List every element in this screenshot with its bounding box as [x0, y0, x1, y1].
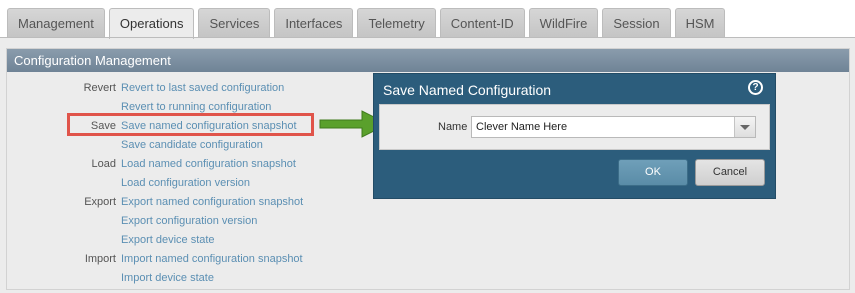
config-row-load-named: Load Load named configuration snapshot: [7, 155, 427, 174]
tab-bar: Management Operations Services Interface…: [0, 0, 855, 39]
config-row-export-version: Export configuration version: [7, 212, 427, 231]
ok-button[interactable]: OK: [618, 159, 688, 186]
config-row-import-state: Import device state: [7, 269, 427, 288]
config-row-revert-last: Revert Revert to last saved configuratio…: [7, 79, 427, 98]
cancel-button[interactable]: Cancel: [695, 159, 765, 186]
revert-last-saved-link[interactable]: Revert to last saved configuration: [121, 79, 284, 98]
combo-dropdown-button[interactable]: [734, 117, 755, 137]
export-config-version-link[interactable]: Export configuration version: [121, 212, 257, 231]
panel-title: Configuration Management: [7, 49, 849, 72]
help-icon[interactable]: ?: [748, 80, 763, 95]
export-device-state-link[interactable]: Export device state: [121, 231, 215, 250]
dialog-title: Save Named Configuration: [383, 82, 552, 98]
export-named-snapshot-link[interactable]: Export named configuration snapshot: [121, 193, 303, 212]
tab-management[interactable]: Management: [7, 8, 105, 38]
chevron-down-icon: [740, 125, 750, 130]
tab-services[interactable]: Services: [198, 8, 271, 38]
row-label-revert: Revert: [83, 82, 116, 94]
name-combobox[interactable]: [471, 116, 756, 138]
tab-list: Management Operations Services Interface…: [7, 8, 726, 39]
tab-telemetry[interactable]: Telemetry: [357, 8, 436, 38]
highlight-box: [67, 113, 314, 136]
tab-session[interactable]: Session: [602, 8, 671, 38]
row-label-export: Export: [84, 196, 116, 208]
config-row-load-version: Load configuration version: [7, 174, 427, 193]
config-row-import-named: Import Import named configuration snapsh…: [7, 250, 427, 269]
import-named-snapshot-link[interactable]: Import named configuration snapshot: [121, 250, 303, 269]
save-candidate-link[interactable]: Save candidate configuration: [121, 136, 263, 155]
tab-divider: [0, 37, 855, 38]
load-config-version-link[interactable]: Load configuration version: [121, 174, 250, 193]
config-row-export-named: Export Export named configuration snapsh…: [7, 193, 427, 212]
tab-interfaces[interactable]: Interfaces: [274, 8, 354, 38]
config-row-export-state: Export device state: [7, 231, 427, 250]
save-named-configuration-dialog: Save Named Configuration ? Name OK Cance…: [373, 73, 776, 199]
load-named-snapshot-link[interactable]: Load named configuration snapshot: [121, 155, 296, 174]
row-label-import: Import: [84, 253, 116, 265]
dialog-form: Name: [379, 104, 770, 150]
name-field-label: Name: [438, 121, 468, 133]
tab-wildfire[interactable]: WildFire: [528, 8, 599, 38]
row-label-load: Load: [91, 158, 116, 170]
name-input[interactable]: [472, 117, 738, 137]
import-device-state-link[interactable]: Import device state: [121, 269, 214, 288]
tab-operations[interactable]: Operations: [108, 8, 195, 39]
tab-content-id[interactable]: Content-ID: [439, 8, 525, 38]
tab-hsm[interactable]: HSM: [674, 8, 726, 38]
